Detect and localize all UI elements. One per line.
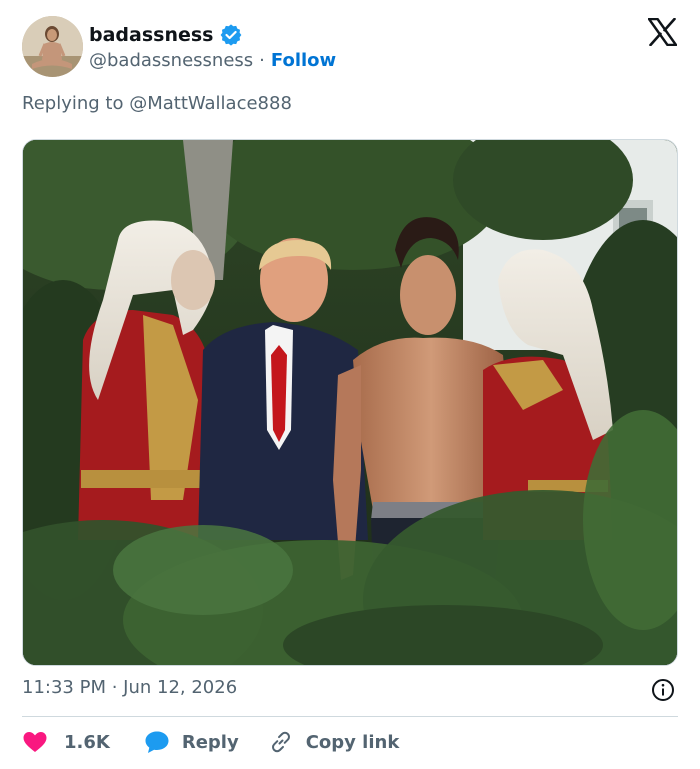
x-logo-icon[interactable] — [648, 18, 677, 46]
info-icon[interactable] — [651, 678, 675, 702]
separator-dot: · — [259, 49, 265, 71]
verified-badge-icon — [220, 24, 241, 46]
author-name-row: badassness — [89, 22, 242, 48]
copy-link-button[interactable]: Copy link — [269, 730, 400, 754]
author-handle[interactable]: @badassnessness — [89, 50, 253, 71]
heart-icon — [23, 732, 47, 752]
action-bar: 1.6K Reply Copy link — [22, 729, 399, 755]
speech-bubble-icon — [145, 731, 169, 753]
author-handle-row: @badassnessness · Follow — [89, 48, 336, 72]
reply-label: Reply — [181, 731, 239, 753]
link-icon — [271, 731, 290, 753]
avatar-image — [22, 16, 83, 77]
media-image — [23, 140, 677, 665]
replying-to-text[interactable]: Replying to @MattWallace888 — [22, 93, 292, 114]
tweet-media[interactable] — [22, 139, 678, 666]
like-count: 1.6K — [64, 731, 110, 753]
avatar[interactable] — [22, 16, 83, 77]
divider — [22, 716, 678, 717]
reply-button[interactable]: Reply — [144, 730, 239, 754]
author-display-name[interactable]: badassness — [89, 24, 214, 46]
tweet-card: badassness @badassnessness · Follow Repl… — [0, 0, 700, 769]
copy-link-label: Copy link — [305, 731, 400, 753]
like-button[interactable]: 1.6K — [22, 730, 110, 754]
follow-button[interactable]: Follow — [271, 50, 336, 71]
tweet-timestamp[interactable]: 11:33 PM · Jun 12, 2026 — [22, 677, 237, 698]
